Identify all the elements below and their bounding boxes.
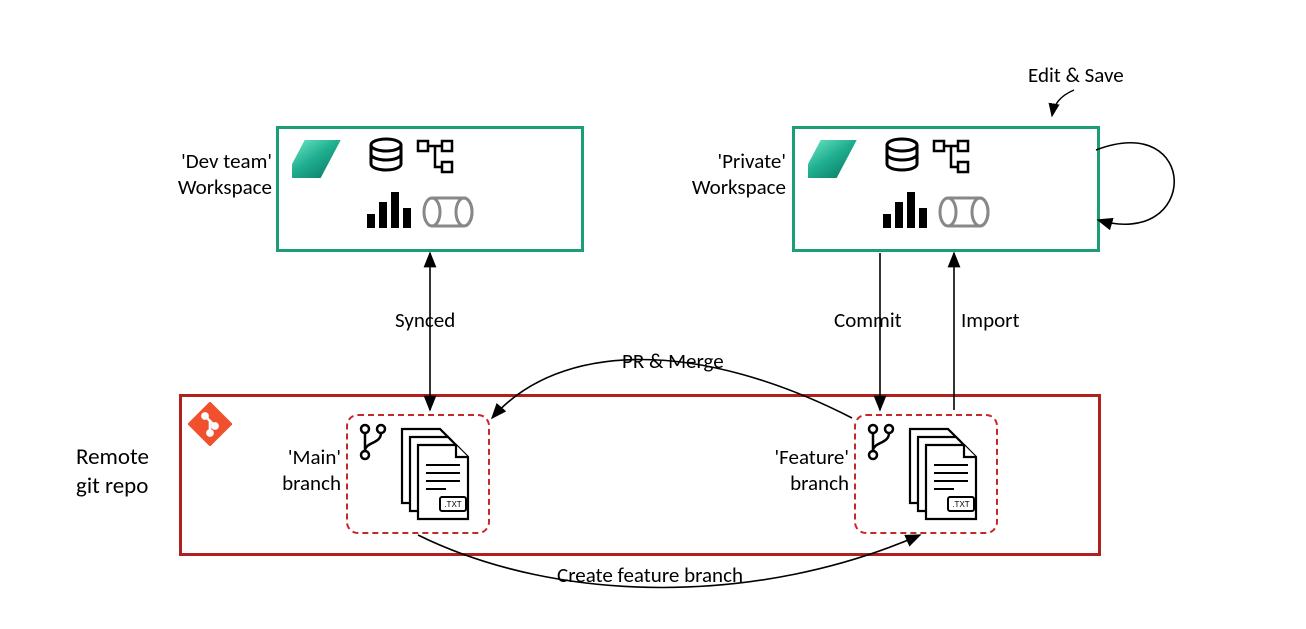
edit-save-loop: [1096, 143, 1174, 224]
pr-merge-arrow: [492, 360, 852, 419]
create-feature-arrow: [418, 535, 920, 588]
edit-save-label-tick: [1052, 90, 1074, 116]
arrows-overlay: [0, 0, 1306, 629]
